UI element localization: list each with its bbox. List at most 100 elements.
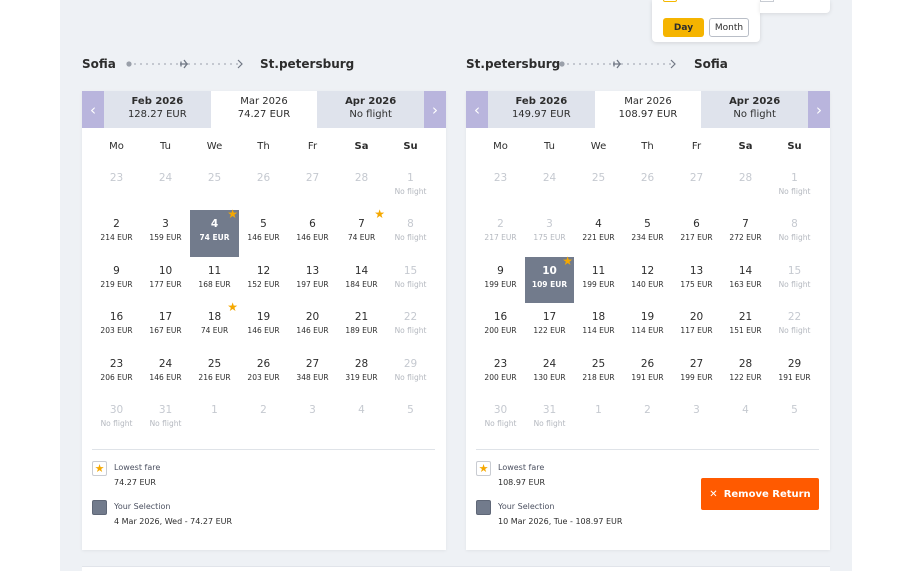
- day-cell[interactable]: 4 74 EUR ★: [190, 208, 239, 257]
- day-number: 12: [640, 264, 655, 277]
- day-price: 74 EUR: [199, 233, 230, 243]
- day-cell[interactable]: 20 117 EUR: [672, 303, 721, 349]
- day-cell[interactable]: 24 130 EUR: [525, 350, 574, 396]
- day-price: No flight: [778, 233, 811, 243]
- day-cell[interactable]: 21 189 EUR: [337, 303, 386, 349]
- day-cell[interactable]: 5 146 EUR: [239, 210, 288, 256]
- day-cell[interactable]: 3 159 EUR: [141, 210, 190, 256]
- day-cell[interactable]: 14 184 EUR: [337, 257, 386, 303]
- day-cell[interactable]: 18 74 EUR ★: [190, 301, 239, 349]
- day-price: 217 EUR: [680, 233, 713, 243]
- day-cell: 5: [386, 396, 435, 442]
- weekday-label: Tu: [160, 141, 171, 152]
- month-tab-mar[interactable]: Mar 2026 108.97 EUR: [594, 91, 702, 128]
- month-tab-feb[interactable]: Feb 2026 149.97 EUR: [488, 91, 595, 128]
- day-cell[interactable]: 25 216 EUR: [190, 350, 239, 396]
- day-number: 27: [689, 172, 704, 184]
- day-cell[interactable]: 29 191 EUR: [770, 350, 819, 396]
- day-cell[interactable]: 17 122 EUR: [525, 303, 574, 349]
- day-cell[interactable]: 17 167 EUR: [141, 303, 190, 349]
- day-cell: 2: [239, 396, 288, 442]
- day-cell[interactable]: 28 122 EUR: [721, 350, 770, 396]
- day-cell: 25: [190, 164, 239, 210]
- day-number: 3: [546, 218, 553, 231]
- day-cell[interactable]: 27 348 EUR: [288, 350, 337, 396]
- day-price: 109 EUR: [531, 279, 568, 289]
- star-icon: ★: [374, 207, 385, 222]
- day-cell[interactable]: 12 152 EUR: [239, 257, 288, 303]
- day-cell[interactable]: 19 114 EUR: [623, 303, 672, 349]
- remove-return-button[interactable]: ✕ Remove Return: [701, 478, 819, 510]
- day-cell[interactable]: 13 175 EUR: [672, 257, 721, 303]
- day-number: 2: [260, 403, 267, 416]
- month-tab-apr[interactable]: Apr 2026 No flight: [701, 91, 808, 128]
- day-cell[interactable]: 21 151 EUR: [721, 303, 770, 349]
- day-price: 216 EUR: [198, 372, 231, 382]
- day-price: 146 EUR: [296, 233, 329, 243]
- day-cell[interactable]: 27 199 EUR: [672, 350, 721, 396]
- day-number: 25: [591, 357, 606, 370]
- day-price: 218 EUR: [582, 372, 615, 382]
- day-number: 1: [791, 172, 798, 184]
- prev-month-button[interactable]: ‹: [82, 91, 104, 128]
- month-view-button[interactable]: Month: [709, 18, 749, 37]
- day-price: 177 EUR: [149, 279, 182, 289]
- day-price: No flight: [394, 326, 427, 336]
- day-cell[interactable]: 18 114 EUR: [574, 303, 623, 349]
- month-tab-feb[interactable]: Feb 2026 128.27 EUR: [104, 91, 211, 128]
- day-cell[interactable]: 5 234 EUR: [623, 210, 672, 256]
- day-cell[interactable]: 19 146 EUR: [239, 303, 288, 349]
- next-month-button[interactable]: ›: [807, 91, 830, 128]
- prev-month-button[interactable]: ‹: [466, 91, 488, 128]
- day-number: 4: [358, 403, 365, 416]
- chevron-right-icon: ›: [815, 100, 822, 119]
- day-cell[interactable]: 16 203 EUR: [92, 303, 141, 349]
- day-cell[interactable]: 25 218 EUR: [574, 350, 623, 396]
- day-cell[interactable]: 23 200 EUR: [476, 350, 525, 396]
- day-view-button[interactable]: Day: [663, 18, 704, 37]
- day-cell[interactable]: 14 163 EUR: [721, 257, 770, 303]
- day-cell: 27: [672, 164, 721, 210]
- day-number: 26: [256, 357, 271, 370]
- day-number: 16: [493, 311, 508, 324]
- month-tabs: ‹ Feb 2026 128.27 EUR Mar 2026 74.27 EUR A…: [82, 91, 446, 128]
- day-cell[interactable]: 12 140 EUR: [623, 257, 672, 303]
- day-cell[interactable]: 26 191 EUR: [623, 350, 672, 396]
- day-cell[interactable]: 23 206 EUR: [92, 350, 141, 396]
- day-cell[interactable]: 6 217 EUR: [672, 210, 721, 256]
- weekday-label: Th: [257, 141, 270, 152]
- day-cell: 22 No flight: [386, 303, 435, 349]
- day-number: 2: [113, 218, 120, 231]
- day-cell[interactable]: 20 146 EUR: [288, 303, 337, 349]
- day-cell[interactable]: 11 168 EUR: [190, 257, 239, 303]
- day-cell[interactable]: 10 177 EUR: [141, 257, 190, 303]
- day-cell[interactable]: 13 197 EUR: [288, 257, 337, 303]
- day-number: 25: [591, 172, 606, 184]
- day-cell[interactable]: 11 199 EUR: [574, 257, 623, 303]
- day-cell[interactable]: 24 146 EUR: [141, 350, 190, 396]
- weekday-label: Mo: [109, 141, 124, 152]
- day-cell[interactable]: 9 219 EUR: [92, 257, 141, 303]
- day-cell: 2 217 EUR: [476, 210, 525, 256]
- day-cell[interactable]: 6 146 EUR: [288, 210, 337, 256]
- day-price: 114 EUR: [631, 326, 664, 336]
- next-month-button[interactable]: ›: [423, 91, 446, 128]
- day-cell[interactable]: 7 74 EUR ★: [337, 207, 386, 256]
- day-number: 18: [591, 311, 606, 324]
- divider: [92, 449, 435, 450]
- day-price: 206 EUR: [100, 372, 133, 382]
- day-cell: 3: [288, 396, 337, 442]
- day-price: 219 EUR: [100, 279, 133, 289]
- day-cell[interactable]: 28 319 EUR: [337, 350, 386, 396]
- day-cell[interactable]: 26 203 EUR: [239, 350, 288, 396]
- day-cell: 26: [623, 164, 672, 210]
- day-cell[interactable]: 4 221 EUR: [574, 210, 623, 256]
- day-cell[interactable]: 16 200 EUR: [476, 303, 525, 349]
- day-price: 199 EUR: [484, 279, 517, 289]
- day-cell[interactable]: 2 214 EUR: [92, 210, 141, 256]
- day-cell[interactable]: 9 199 EUR: [476, 257, 525, 303]
- day-cell[interactable]: 7 272 EUR: [721, 210, 770, 256]
- month-tab-mar[interactable]: Mar 2026 74.27 EUR: [210, 91, 318, 128]
- day-cell[interactable]: 10 109 EUR ★: [525, 255, 574, 304]
- month-tab-apr[interactable]: Apr 2026 No flight: [317, 91, 424, 128]
